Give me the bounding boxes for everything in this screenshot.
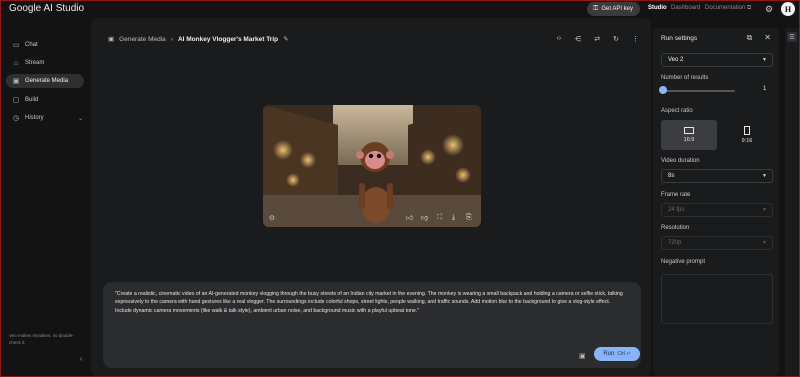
image-icon: ▣ [108,36,115,43]
download-icon[interactable]: ⤓ [452,214,455,222]
sidebar-item-stream[interactable]: ⌂ Stream [6,56,84,70]
resolution-select: 720p ▼ [661,236,773,250]
sidebar-item-history[interactable]: ◷ History ⌄ [6,111,84,125]
thumbs-up-icon[interactable]: 👍︎ [406,213,413,222]
sidebar-item-chat[interactable]: ▭ Chat [6,38,84,52]
page-title: AI Monkey Vlogger's Market Trip [177,35,279,43]
aspect-ratio-label: Aspect ratio [661,108,693,114]
generated-video[interactable]: ⊙ 👍︎ 👎︎ ⛶ ⤓ ⎘ [263,105,481,227]
image-icon: ▣ [12,78,20,85]
aspect-option-16-9[interactable]: 16:9 [661,120,717,150]
refresh-icon[interactable]: ↻ [613,35,619,43]
portrait-icon [744,126,750,135]
model-value: Veo 2 [668,57,684,63]
video-duration-label: Video duration [661,158,700,164]
prompt-box[interactable]: "Create a realistic, cinematic video of … [103,282,641,368]
run-settings-title: Run settings [661,35,698,42]
model-select[interactable]: Veo 2 ▼ [661,53,773,67]
get-api-key-label: Get API key [601,6,634,12]
run-shortcut: Ctrl ↵ [617,351,631,357]
more-options-icon[interactable]: ⋮ [632,35,639,43]
get-api-key-button[interactable]: ⚿ Get API key [587,2,640,16]
right-strip [785,28,799,376]
number-of-results-label: Number of results [661,75,709,81]
negative-prompt-input[interactable] [661,274,773,324]
build-icon: ▢ [12,97,20,104]
toolbar: ‹› ⋲ ⇄ ↻ ⋮ [557,35,639,43]
sidebar-item-build[interactable]: ▢ Build [6,93,84,107]
left-sidebar: ▭ Chat ⌂ Stream ▣ Generate Media ▢ Build… [1,18,91,376]
prompt-text[interactable]: "Create a realistic, cinematic video of … [115,290,625,315]
results-slider-handle[interactable] [659,86,667,94]
disclaimer-text: Veo makes mistakes, so double-check it. [9,333,74,345]
avatar[interactable]: H [781,2,795,16]
close-icon[interactable]: ✕ [764,33,771,43]
share-icon[interactable]: ⋲ [574,35,581,43]
sidebar-item-label: Generate Media [25,78,69,84]
aspect-option-label: 9:16 [741,138,753,144]
resolution-value: 720p [668,240,682,246]
negative-prompt-label: Negative prompt [661,259,706,265]
edit-pencil-icon[interactable]: ✎ [283,35,288,43]
app-window: Google AI Studio ⚿ Get API key Studio Da… [0,0,800,377]
run-settings-panel: Run settings ⧉ ✕ Veo 2 ▼ Number of resul… [653,28,779,376]
chat-icon: ▭ [12,42,20,49]
play-icon[interactable]: ⊙ [269,214,275,222]
frame-rate-select: 24 fps ▼ [661,203,773,217]
documentation-label: Documentation [705,5,746,11]
frame-rate-value: 24 fps [668,207,685,213]
resolution-label: Resolution [661,225,690,231]
brand-logo[interactable]: Google AI Studio [9,3,84,14]
history-icon: ◷ [12,115,20,122]
caret-down-icon: ▼ [762,240,767,246]
compare-icon[interactable]: ⇄ [594,35,600,43]
caret-down-icon: ▼ [762,207,767,213]
collapse-sidebar-icon[interactable]: ‹ [80,356,82,363]
stream-icon: ⌂ [13,59,19,67]
documentation-link[interactable]: Documentation ⧉ [705,5,751,12]
video-frame [263,105,481,227]
external-link-icon: ⧉ [747,5,752,11]
thumbs-down-icon[interactable]: 👎︎ [421,213,428,222]
studio-link[interactable]: Studio [648,5,667,11]
main-panel: ▣ Generate Media › AI Monkey Vlogger's M… [91,18,651,376]
code-icon[interactable]: ‹› [557,35,562,43]
run-label: Run [603,351,615,357]
caret-down-icon: ▼ [762,173,767,179]
settings-gear-icon[interactable]: ⚙ [765,4,773,15]
top-bar: Google AI Studio ⚿ Get API key Studio Da… [1,1,799,18]
run-settings-actions: ⧉ ✕ [747,33,771,43]
caret-down-icon: ▼ [762,57,767,63]
video-duration-value: 8s [668,173,675,179]
aspect-option-label: 16:9 [683,137,695,143]
sidebar-item-label: Stream [25,60,45,66]
sidebar-item-generate-media[interactable]: ▣ Generate Media [6,74,84,88]
dashboard-link[interactable]: Dashboard [671,5,700,11]
video-duration-select[interactable]: 8s ▼ [661,169,773,183]
key-icon: ⚿ [593,5,599,12]
run-button[interactable]: Run Ctrl ↵ [594,347,640,361]
sidebar-item-label: History [25,115,44,121]
breadcrumb: ▣ Generate Media › AI Monkey Vlogger's M… [108,35,289,44]
tune-settings-icon[interactable]: ☰ [787,32,797,42]
aspect-option-9-16[interactable]: 9:16 [719,120,775,150]
breadcrumb-separator-icon: › [170,35,173,43]
share-icon[interactable]: ⎘ [466,214,472,222]
fullscreen-icon[interactable]: ⛶ [437,214,442,222]
sidebar-item-label: Build [25,97,39,103]
breadcrumb-root[interactable]: Generate Media [119,36,166,43]
add-image-icon[interactable]: ▣ [579,352,586,360]
sidebar-item-label: Chat [25,42,38,48]
reset-icon[interactable]: ⧉ [747,33,753,43]
chevron-down-icon: ⌄ [78,115,84,122]
frame-rate-label: Frame rate [661,192,691,198]
results-slider-track[interactable] [663,90,735,92]
results-value: 1 [763,86,767,92]
landscape-icon [684,127,694,134]
